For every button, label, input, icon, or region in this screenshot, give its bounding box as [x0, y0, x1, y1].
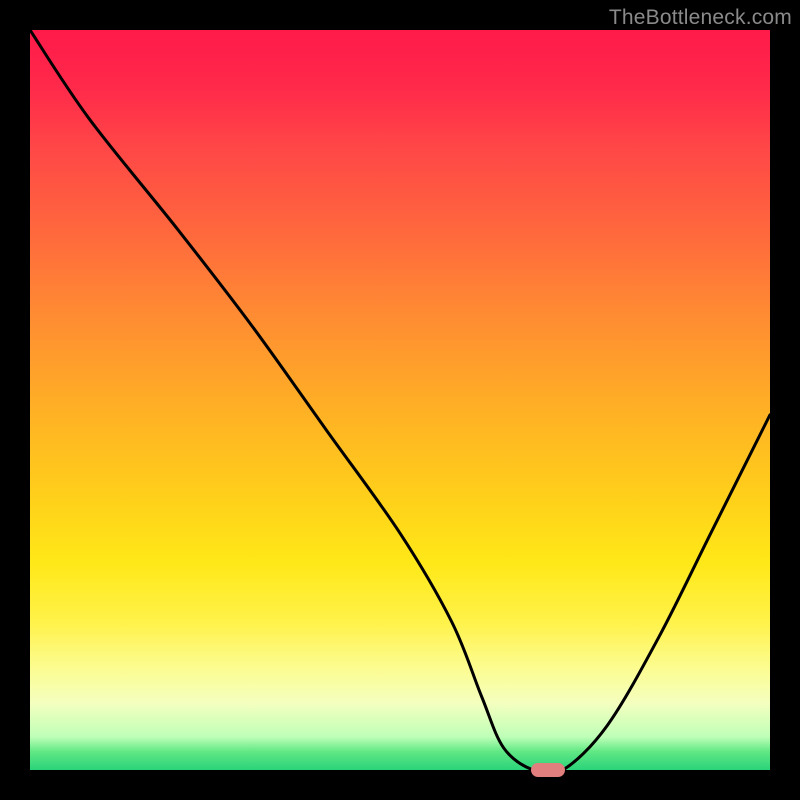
chart-frame: TheBottleneck.com — [0, 0, 800, 800]
watermark-text: TheBottleneck.com — [609, 6, 792, 30]
gradient-plot-area — [30, 30, 770, 770]
optimum-marker — [531, 763, 565, 777]
